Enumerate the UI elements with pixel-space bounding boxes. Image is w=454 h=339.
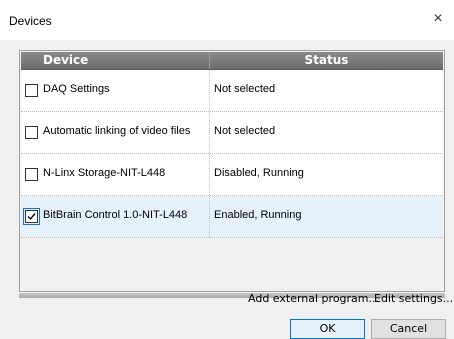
device-cell: BitBrain Control 1.0-NIT-L448: [21, 196, 210, 237]
status-cell: Not selected: [214, 83, 276, 95]
devices-dialog: Devices × Device Status DAQ Settings Not…: [0, 0, 454, 339]
device-checkbox[interactable]: [25, 84, 38, 97]
status-cell: Enabled, Running: [214, 209, 302, 221]
device-name: BitBrain Control 1.0-NIT-L448: [43, 209, 188, 221]
window-title: Devices: [9, 14, 52, 28]
checkmark-icon: [27, 213, 36, 221]
status-cell: Not selected: [214, 125, 276, 137]
device-cell: DAQ Settings: [21, 70, 210, 111]
device-name: N-Linx Storage-NIT-L448: [43, 167, 166, 179]
table-row[interactable]: N-Linx Storage-NIT-L448 Disabled, Runnin…: [21, 154, 443, 196]
device-cell: N-Linx Storage-NIT-L448: [21, 154, 210, 195]
device-checkbox[interactable]: [25, 168, 38, 181]
table-row[interactable]: DAQ Settings Not selected: [21, 70, 443, 112]
close-icon[interactable]: ×: [428, 9, 448, 29]
column-header-status[interactable]: Status: [210, 52, 443, 69]
add-external-program-link[interactable]: Add external program...: [248, 292, 379, 305]
cancel-button[interactable]: Cancel: [371, 319, 446, 339]
table-row-selected[interactable]: BitBrain Control 1.0-NIT-L448 Enabled, R…: [21, 196, 443, 238]
status-cell: Disabled, Running: [214, 167, 304, 179]
table-header: Device Status: [21, 52, 443, 70]
edit-settings-link[interactable]: Edit settings...: [374, 292, 453, 305]
ok-button[interactable]: OK: [290, 319, 365, 339]
device-name: DAQ Settings: [43, 83, 110, 95]
devices-table: Device Status DAQ Settings Not selected …: [19, 50, 445, 292]
title-bar: Devices ×: [0, 0, 454, 40]
dialog-body: Device Status DAQ Settings Not selected …: [0, 40, 454, 339]
table-row[interactable]: Automatic linking of video files Not sel…: [21, 112, 443, 154]
table-rows: DAQ Settings Not selected Automatic link…: [21, 70, 443, 238]
device-checkbox[interactable]: [25, 126, 38, 139]
device-cell: Automatic linking of video files: [21, 112, 210, 153]
device-name: Automatic linking of video files: [43, 125, 191, 137]
column-header-device[interactable]: Device: [21, 52, 210, 69]
device-checkbox-checked[interactable]: [23, 208, 40, 225]
